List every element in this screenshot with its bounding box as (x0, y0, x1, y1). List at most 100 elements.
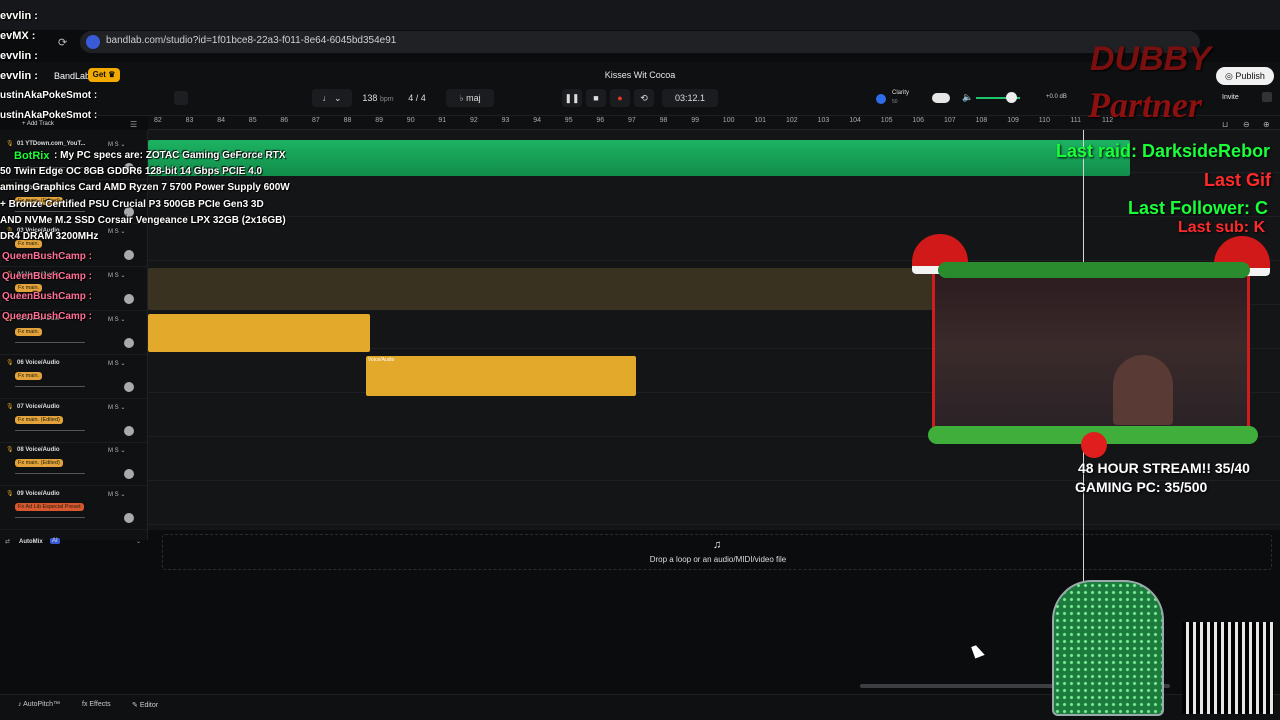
key-selector[interactable]: ♭ maj (446, 89, 494, 107)
ornament-icon (1081, 432, 1107, 458)
track-lane[interactable] (148, 174, 1280, 217)
track-volume-slider[interactable] (15, 430, 85, 431)
metronome-button[interactable]: ♩ ⌄ (312, 89, 352, 107)
track-header[interactable]: 🎙 06 Voice/Audio Fx main. M S ⌄ (0, 356, 148, 399)
pan-knob[interactable] (124, 294, 134, 304)
track-fx-badge[interactable]: Fx Ad Lib Especial Preset (15, 503, 84, 511)
snap-icon[interactable]: ⊔ (1222, 120, 1228, 129)
track-fx-badge[interactable]: Fx main. (15, 372, 43, 380)
streamer-silhouette (1113, 355, 1173, 425)
mute-solo-buttons[interactable]: M S ⌄ (108, 228, 125, 235)
mute-solo-buttons[interactable]: M S ⌄ (108, 141, 125, 148)
ruler-bar-number: 91 (438, 117, 447, 124)
track-settings-icon[interactable]: ☰ (130, 120, 137, 129)
time-signature[interactable]: 4 / 4 (402, 89, 432, 107)
track-volume-slider[interactable] (15, 211, 85, 212)
pan-knob[interactable] (124, 426, 134, 436)
mute-solo-buttons[interactable]: M S ⌄ (108, 272, 125, 279)
track-fx-badge[interactable]: Fx main. (Edited) (15, 416, 63, 424)
track-name[interactable]: 01 YTDown.com_YouT... (17, 141, 85, 147)
chat-line: evvlin : (0, 10, 38, 22)
clip-track-01[interactable] (148, 140, 1130, 176)
brand-logo-bottom: Partner (1088, 85, 1203, 125)
autopitch-button[interactable]: ♪ AutoPitch™ (18, 701, 60, 708)
track-name[interactable]: 07 Voice/Audio (17, 404, 60, 410)
chat-line: aming Graphics Card AMD Ryzen 7 5700 Pow… (0, 182, 290, 194)
ruler-bar-number: 89 (375, 117, 383, 124)
pan-knob[interactable] (124, 338, 134, 348)
track-name[interactable]: 06 Voice/Audio (17, 360, 60, 366)
automix-chevron-icon[interactable]: ⌄ (136, 538, 141, 545)
clarity-icon[interactable] (876, 94, 886, 104)
track-lane[interactable] (148, 218, 1280, 261)
ruler-bar-number: 104 (849, 117, 861, 124)
bpm-value: 138 (362, 93, 378, 103)
loop-button[interactable]: ⟲ (634, 89, 654, 107)
brand-logo-top: DUBBY (1090, 40, 1211, 78)
ruler-bar-number: 103 (817, 117, 830, 124)
clarity-value: 50 (892, 99, 898, 105)
chat-line: AND NVMe M.2 SSD Corsair Vengeance LPX 3… (0, 214, 286, 226)
track-volume-slider[interactable] (15, 386, 85, 387)
track-fx-badge[interactable]: Fx main. (15, 328, 43, 336)
stop-button[interactable]: ■ (586, 89, 606, 107)
key-value: maj (466, 93, 481, 103)
invite-button[interactable]: Invite (1222, 94, 1239, 101)
zoom-in-icon[interactable]: ⊕ (1263, 120, 1270, 129)
clarity-toggle[interactable] (932, 93, 950, 103)
track-volume-slider[interactable] (15, 517, 85, 518)
automix-icon: ⇄ (5, 539, 11, 545)
track-fx-badge[interactable]: Fx main. (Edited) (15, 459, 63, 467)
clip-label: Voice/Audio (368, 357, 395, 363)
track-header[interactable]: 🎙 07 Voice/Audio Fx main. (Edited) M S ⌄ (0, 400, 148, 443)
automix-row[interactable]: ⇄ AutoMix AI ⌄ (0, 534, 148, 550)
volume-icon[interactable]: 🔈 (962, 92, 973, 103)
track-name[interactable]: 08 Voice/Audio (17, 447, 60, 453)
mute-solo-buttons[interactable]: M S ⌄ (108, 404, 125, 411)
ruler-bar-number: 94 (533, 117, 541, 124)
song-title[interactable]: Kisses Wit Cocoa (560, 70, 720, 80)
chat-username: BotRix (14, 150, 50, 162)
ruler-bar-number: 97 (628, 117, 636, 124)
chat-line: evvlin : (0, 70, 38, 82)
track-name[interactable]: 09 Voice/Audio (17, 491, 60, 497)
address-bar[interactable]: bandlab.com/studio?id=1f01bce8-22a3-f011… (80, 31, 1200, 53)
pan-knob[interactable] (124, 382, 134, 392)
pan-knob[interactable] (124, 513, 134, 523)
clip-track-06[interactable]: Voice/Audio (366, 356, 636, 396)
ruler-bar-number: 105 (880, 117, 893, 124)
pan-knob[interactable] (124, 469, 134, 479)
stream-goal: 48 HOUR STREAM!! 35/40 (1078, 460, 1250, 476)
last-raid: Last raid: DarksideRebor (1056, 141, 1271, 161)
reload-icon[interactable]: ⟳ (58, 36, 67, 49)
bead-jar-graphic (1052, 580, 1164, 716)
zoom-out-icon[interactable]: ⊖ (1243, 120, 1250, 129)
mute-solo-buttons[interactable]: M S ⌄ (108, 360, 125, 367)
pause-button[interactable]: ❚❚ (562, 89, 582, 107)
track-header[interactable]: 🎙 09 Voice/Audio Fx Ad Lib Especial Preset… (0, 487, 148, 530)
mute-solo-buttons[interactable]: M S ⌄ (108, 316, 125, 323)
effects-button[interactable]: fx Effects (82, 701, 111, 708)
editor-button[interactable]: ✎ Editor (132, 701, 158, 709)
tempo-display[interactable]: 138 bpm (356, 89, 400, 107)
drop-zone[interactable]: ♫ Drop a loop or an audio/MIDI/video fil… (162, 534, 1272, 570)
ruler-bar-number: 101 (754, 117, 767, 124)
bandlab-logo[interactable]: BandLab (54, 71, 90, 81)
add-track-button[interactable]: + Add Track (22, 121, 54, 127)
get-membership-button[interactable]: Get ♛ (88, 68, 120, 82)
record-button[interactable]: ● (610, 89, 630, 107)
pan-knob[interactable] (124, 250, 134, 260)
track-volume-slider[interactable] (15, 342, 85, 343)
clip-track-05[interactable] (148, 314, 370, 352)
undo-icon[interactable] (174, 91, 188, 105)
publish-button[interactable]: ◎ Publish (1216, 67, 1274, 85)
mute-solo-buttons[interactable]: M S ⌄ (108, 447, 125, 454)
mute-solo-buttons[interactable]: M S ⌄ (108, 491, 125, 498)
master-volume-handle[interactable] (1006, 92, 1017, 103)
browser-tab-bar (0, 0, 1280, 30)
clip-track-04-region[interactable] (148, 268, 933, 310)
notifications-icon[interactable] (1262, 92, 1272, 102)
track-header[interactable]: 🎙 08 Voice/Audio Fx main. (Edited) M S ⌄ (0, 443, 148, 486)
track-volume-slider[interactable] (15, 473, 85, 474)
ruler-bar-number: 90 (406, 117, 415, 124)
